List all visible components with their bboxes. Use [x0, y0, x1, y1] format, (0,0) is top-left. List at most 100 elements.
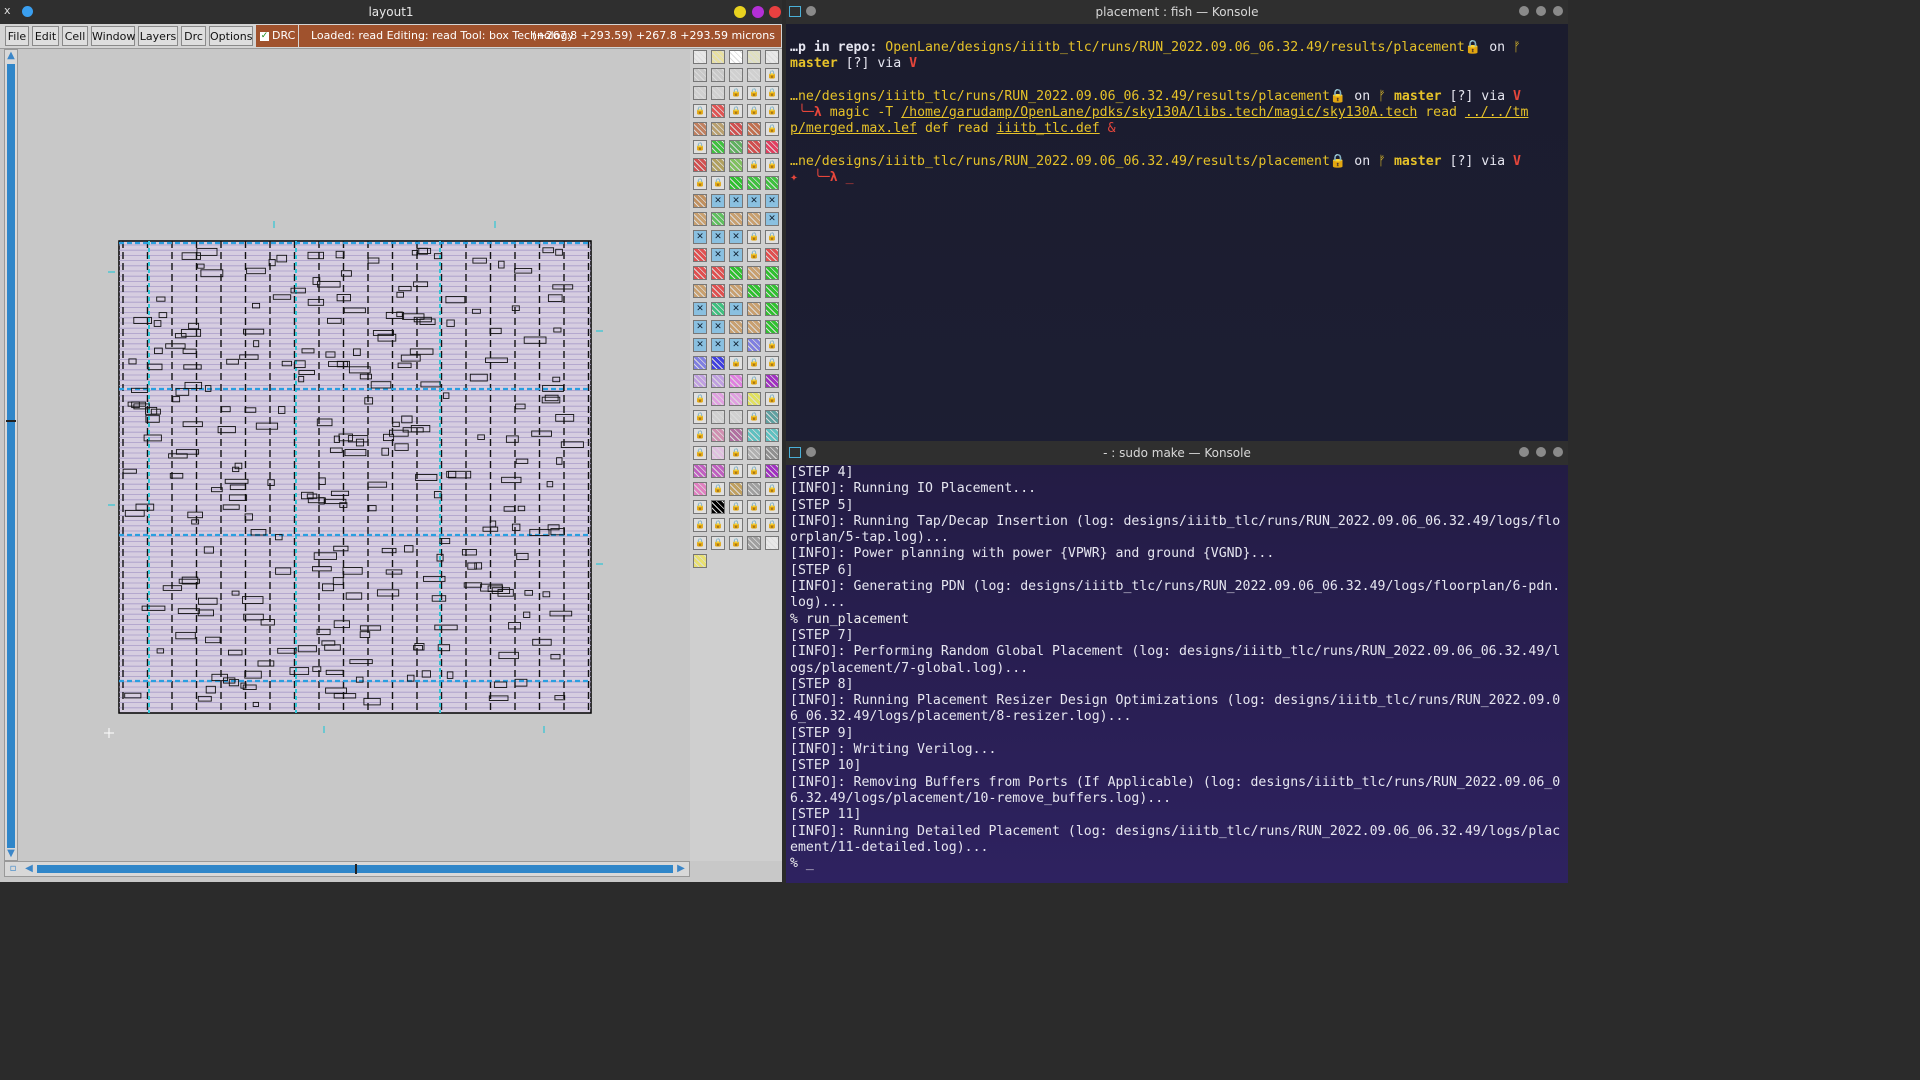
- layer-swatch[interactable]: [747, 176, 761, 190]
- magic-titlebar[interactable]: x layout1: [0, 0, 782, 24]
- lock-icon[interactable]: 🔒: [711, 518, 725, 532]
- layer-swatch[interactable]: [729, 392, 743, 406]
- lock-icon[interactable]: 🔒: [729, 500, 743, 514]
- layer-swatch[interactable]: [729, 158, 743, 172]
- close-button[interactable]: [769, 6, 781, 18]
- lock-icon[interactable]: 🔒: [747, 158, 761, 172]
- lock-icon[interactable]: 🔒: [693, 104, 707, 118]
- layer-swatch[interactable]: [765, 50, 779, 64]
- contact-layer-swatch[interactable]: ✕: [765, 194, 779, 208]
- contact-layer-swatch[interactable]: ✕: [693, 230, 707, 244]
- layer-swatch[interactable]: [747, 392, 761, 406]
- minimize-button[interactable]: [734, 6, 746, 18]
- lock-icon[interactable]: 🔒: [693, 428, 707, 442]
- pin-button[interactable]: [806, 6, 816, 16]
- layer-swatch[interactable]: [729, 50, 743, 64]
- scroll-down-icon[interactable]: ▼: [5, 848, 17, 860]
- konsole-titlebar[interactable]: - : sudo make — Konsole: [786, 441, 1568, 465]
- layer-swatch[interactable]: [729, 68, 743, 82]
- layer-swatch[interactable]: [729, 428, 743, 442]
- layer-swatch[interactable]: [693, 212, 707, 226]
- layer-swatch[interactable]: [711, 500, 725, 514]
- layer-swatch[interactable]: [693, 554, 707, 568]
- contact-layer-swatch[interactable]: ✕: [765, 212, 779, 226]
- menu-window[interactable]: Window: [91, 26, 135, 46]
- layer-swatch[interactable]: [747, 428, 761, 442]
- layer-swatch[interactable]: [747, 536, 761, 550]
- layer-swatch[interactable]: [747, 50, 761, 64]
- layer-swatch[interactable]: [729, 212, 743, 226]
- scroll-up-icon[interactable]: ▲: [5, 50, 17, 62]
- menu-options[interactable]: Options: [209, 26, 253, 46]
- zoom-box-icon[interactable]: ▫: [7, 863, 19, 875]
- lock-icon[interactable]: 🔒: [711, 482, 725, 496]
- contact-layer-swatch[interactable]: ✕: [693, 338, 707, 352]
- layer-swatch[interactable]: [693, 284, 707, 298]
- layer-swatch[interactable]: [693, 356, 707, 370]
- layout-canvas[interactable]: [20, 49, 690, 861]
- menu-file[interactable]: File: [5, 26, 29, 46]
- lock-icon[interactable]: 🔒: [711, 176, 725, 190]
- layer-swatch[interactable]: [747, 212, 761, 226]
- konsole-titlebar[interactable]: placement : fish — Konsole: [786, 0, 1568, 24]
- terminal-output[interactable]: …p in repo: OpenLane/designs/iiitb_tlc/r…: [786, 24, 1568, 455]
- layer-swatch[interactable]: [747, 482, 761, 496]
- lock-icon[interactable]: 🔒: [765, 518, 779, 532]
- layer-swatch[interactable]: [765, 266, 779, 280]
- layer-swatch[interactable]: [711, 266, 725, 280]
- layer-swatch[interactable]: [765, 320, 779, 334]
- layer-swatch[interactable]: [693, 158, 707, 172]
- lock-icon[interactable]: 🔒: [765, 482, 779, 496]
- layer-swatch[interactable]: [711, 104, 725, 118]
- lock-icon[interactable]: 🔒: [729, 104, 743, 118]
- lock-icon[interactable]: 🔒: [729, 446, 743, 460]
- layer-swatch[interactable]: [765, 176, 779, 190]
- layer-swatch[interactable]: [765, 464, 779, 478]
- layer-swatch[interactable]: [693, 374, 707, 388]
- layer-swatch[interactable]: [693, 86, 707, 100]
- lock-icon[interactable]: 🔒: [693, 536, 707, 550]
- layer-swatch[interactable]: [765, 410, 779, 424]
- horizontal-scrollbar[interactable]: ▫ ◀ ▶: [4, 861, 690, 877]
- layer-swatch[interactable]: [765, 248, 779, 262]
- lock-icon[interactable]: 🔒: [747, 374, 761, 388]
- lock-icon[interactable]: 🔒: [729, 356, 743, 370]
- lock-icon[interactable]: 🔒: [765, 500, 779, 514]
- layer-swatch[interactable]: [729, 410, 743, 424]
- minimize-button[interactable]: [1519, 447, 1529, 457]
- lock-icon[interactable]: 🔒: [747, 410, 761, 424]
- minimize-button[interactable]: [1519, 6, 1529, 16]
- lock-icon[interactable]: 🔒: [747, 230, 761, 244]
- layer-swatch[interactable]: [747, 68, 761, 82]
- layer-swatch[interactable]: [693, 266, 707, 280]
- contact-layer-swatch[interactable]: ✕: [729, 338, 743, 352]
- layer-swatch[interactable]: [693, 50, 707, 64]
- layer-swatch[interactable]: [747, 302, 761, 316]
- lock-icon[interactable]: 🔒: [765, 158, 779, 172]
- layer-palette[interactable]: 🔒 🔒 🔒 🔒 🔒 🔒 🔒 🔒 🔒 🔒 🔒 🔒 🔒 🔒 ✕ ✕ ✕ ✕ ✕ ✕ ✕ ✕ 🔒 🔒 ✕ ✕ 🔒 ✕ ✕ ✕ ✕ ✕ ✕ ✕ 🔒 🔒 🔒 🔒 🔒 🔒…: [690, 49, 782, 861]
- lock-icon[interactable]: 🔒: [747, 464, 761, 478]
- layer-swatch[interactable]: [729, 266, 743, 280]
- layer-swatch[interactable]: [711, 86, 725, 100]
- lock-icon[interactable]: 🔒: [729, 464, 743, 478]
- lock-icon[interactable]: 🔒: [693, 410, 707, 424]
- maximize-button[interactable]: [752, 6, 764, 18]
- layer-swatch[interactable]: [711, 428, 725, 442]
- layer-swatch[interactable]: [729, 482, 743, 496]
- layer-swatch[interactable]: [711, 374, 725, 388]
- layer-swatch[interactable]: [693, 248, 707, 262]
- lock-icon[interactable]: 🔒: [765, 86, 779, 100]
- scroll-right-icon[interactable]: ▶: [675, 863, 687, 875]
- menu-layers[interactable]: Layers: [138, 26, 178, 46]
- maximize-button[interactable]: [1536, 6, 1546, 16]
- layer-swatch[interactable]: [747, 122, 761, 136]
- lock-icon[interactable]: 🔒: [747, 104, 761, 118]
- lock-icon[interactable]: 🔒: [693, 500, 707, 514]
- pin-button[interactable]: [806, 447, 816, 457]
- layer-swatch[interactable]: [747, 266, 761, 280]
- layer-swatch[interactable]: [765, 536, 779, 550]
- layout-view[interactable]: [20, 49, 690, 861]
- layer-swatch[interactable]: [729, 176, 743, 190]
- menu-drc[interactable]: Drc: [181, 26, 206, 46]
- layer-swatch[interactable]: [711, 212, 725, 226]
